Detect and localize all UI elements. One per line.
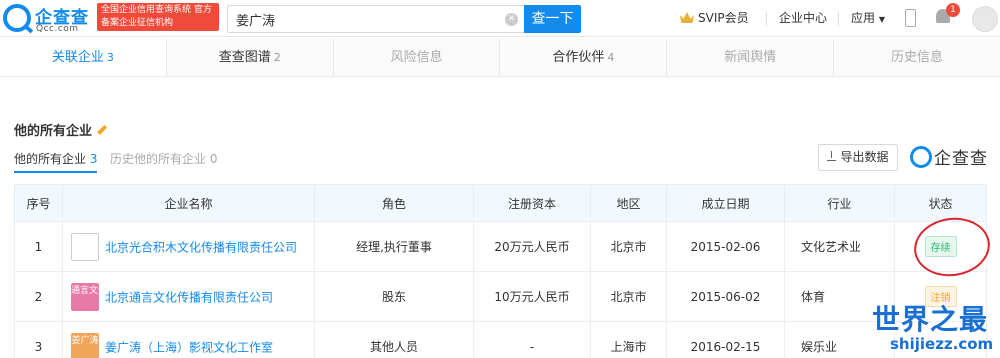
capital-cell: - (473, 321, 591, 358)
role-cell: 其他人员 (314, 321, 474, 358)
section-title-text: 他的所有企业 (14, 124, 93, 139)
subtab-all-companies[interactable]: 他的所有企业 3 (14, 150, 98, 173)
industry-cell: 文化艺术业 (784, 221, 895, 272)
col-header: 角色 (314, 184, 474, 222)
subtab-label: 他的所有企业 (14, 152, 87, 166)
tab-history[interactable]: 历史信息 (834, 39, 1000, 76)
company-logo (71, 232, 99, 261)
download-icon (827, 151, 837, 161)
role-cell: 经理,执行董事 (314, 221, 474, 272)
tab-bar: 关联企业 3 查查图谱 2 风险信息 合作伙伴 4 新闻舆情 历史信息 (0, 39, 1000, 77)
tab-news[interactable]: 新闻舆情 (667, 39, 835, 76)
col-header: 序号 (14, 184, 63, 222)
tab-label: 合作伙伴 (552, 50, 605, 65)
table-row: 1 北京光合积木文化传播有限责任公司 经理,执行董事 20万元人民币 北京市 2… (14, 221, 987, 272)
search-button[interactable]: 查一下 (524, 5, 581, 33)
clear-icon[interactable]: ✕ (505, 13, 518, 26)
col-header: 注册资本 (473, 184, 591, 222)
svip-link[interactable]: SVIP会员 (680, 9, 749, 26)
company-cell: 北京光合积木文化传播有限责任公司 (62, 221, 315, 272)
table-header-row: 序号 企业名称 角色 注册资本 地区 成立日期 行业 状态 (14, 184, 987, 222)
tab-label: 历史信息 (891, 50, 944, 65)
notification-badge: 1 (946, 3, 960, 17)
logo-domain: Qcc.com (36, 24, 79, 34)
table-row: 3 姜广涛 姜广涛（上海）影视文化工作室 其他人员 - 上海市 2016-02-1… (14, 321, 987, 358)
region-cell: 上海市 (590, 321, 667, 358)
svip-label: SVIP会员 (698, 11, 749, 25)
region-cell: 北京市 (590, 271, 667, 322)
company-logo: 通言文化 (71, 282, 107, 311)
col-header: 成立日期 (666, 184, 785, 222)
official-badge: 全国企业信用查询系统 官方备案企业征信机构 (97, 3, 219, 31)
region-cell: 北京市 (590, 221, 667, 272)
enterprise-center-link[interactable]: 企业中心 (779, 9, 827, 26)
brand-q-icon (910, 145, 932, 168)
search-input[interactable] (228, 6, 488, 32)
avatar[interactable] (972, 6, 998, 32)
tab-risk[interactable]: 风险信息 (334, 39, 501, 76)
watermark-text: 世界之最 (872, 303, 989, 336)
subtab-history-companies[interactable]: 历史他的所有企业 0 (110, 150, 217, 167)
qcc-brand-mark: 企查查 (910, 144, 988, 170)
row-number: 1 (14, 221, 63, 272)
date-cell: 2015-06-02 (666, 271, 785, 322)
section-title: 他的所有企业 (14, 120, 108, 139)
capital-cell: 20万元人民币 (473, 221, 591, 272)
company-name-link[interactable]: 北京光合积木文化传播有限责任公司 (105, 240, 297, 254)
company-name-link[interactable]: 姜广涛（上海）影视文化工作室 (105, 340, 273, 354)
tab-count: 4 (607, 51, 615, 64)
role-cell: 股东 (314, 271, 474, 322)
edit-icon (97, 125, 108, 135)
tab-count: 2 (273, 51, 281, 64)
tab-graph[interactable]: 查查图谱 2 (167, 39, 334, 76)
col-header: 行业 (784, 184, 895, 222)
export-label: 导出数据 (840, 150, 889, 164)
subtab-count: 3 (89, 152, 98, 166)
tab-label: 新闻舆情 (724, 50, 777, 65)
tab-count: 3 (106, 51, 114, 64)
apps-menu[interactable]: 应用 ▼ (851, 9, 885, 26)
top-bar: 企查查 Qcc.com 全国企业信用查询系统 官方备案企业征信机构 ✕ 查一下 … (0, 0, 1000, 37)
col-header: 企业名称 (62, 184, 315, 222)
search-box: ✕ (227, 5, 524, 33)
logo-q-icon (3, 4, 31, 32)
col-header: 地区 (590, 184, 667, 222)
table-row: 2 通言文化北京通言文化传播有限责任公司 股东 10万元人民币 北京市 2015… (14, 271, 987, 322)
nav-divider (766, 12, 767, 25)
capital-cell: 10万元人民币 (473, 271, 591, 322)
caret-down-icon: ▼ (878, 15, 885, 24)
tab-partners[interactable]: 合作伙伴 4 (500, 39, 668, 76)
company-name-link[interactable]: 北京通言文化传播有限责任公司 (105, 290, 273, 304)
export-button[interactable]: 导出数据 (818, 144, 898, 171)
company-logo: 姜广涛 (71, 332, 99, 358)
watermark-domain: shijiezz.com (890, 335, 994, 353)
row-number: 2 (14, 271, 63, 322)
tab-label: 查查图谱 (218, 50, 271, 65)
col-header: 状态 (894, 184, 987, 222)
row-number: 3 (14, 321, 63, 358)
nav-divider (838, 12, 839, 25)
crown-icon (680, 12, 694, 23)
company-cell: 姜广涛 姜广涛（上海）影视文化工作室 (62, 321, 315, 358)
mobile-icon[interactable] (905, 9, 916, 27)
qcc-logo[interactable]: 企查查 Qcc.com (3, 3, 95, 34)
tab-label: 风险信息 (390, 50, 443, 65)
date-cell: 2016-02-15 (666, 321, 785, 358)
tab-related-companies[interactable]: 关联企业 3 (0, 39, 167, 76)
date-cell: 2015-02-06 (666, 221, 785, 272)
company-cell: 通言文化北京通言文化传播有限责任公司 (62, 271, 315, 322)
tab-label: 关联企业 (51, 50, 104, 65)
apps-label: 应用 (851, 11, 876, 25)
brand-text: 企查查 (934, 149, 988, 169)
companies-table: 序号 企业名称 角色 注册资本 地区 成立日期 行业 状态 1 北京光合积木文化… (14, 184, 987, 358)
